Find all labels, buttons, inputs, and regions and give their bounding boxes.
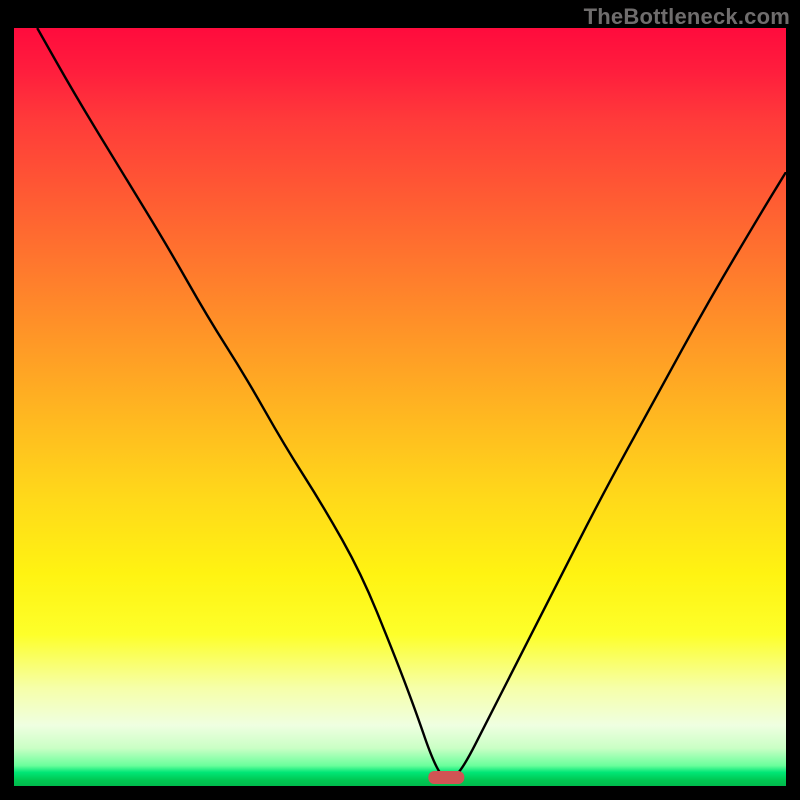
watermark-text: TheBottleneck.com: [584, 4, 790, 30]
minimum-marker: [428, 771, 464, 784]
plot-area: [14, 28, 786, 786]
bottleneck-curve: [37, 28, 786, 778]
chart-frame: TheBottleneck.com: [0, 0, 800, 800]
chart-overlay: [14, 28, 786, 786]
